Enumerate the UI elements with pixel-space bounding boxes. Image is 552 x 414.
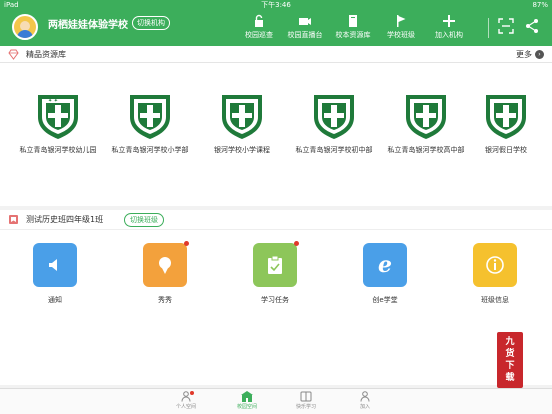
lock-icon: [255, 14, 263, 27]
battery-label: 87%: [532, 1, 548, 9]
resource-item[interactable]: 私立青岛银河学校初中部: [288, 93, 380, 155]
resource-name: 私立青岛银河学校小学部: [111, 146, 189, 154]
nav-label: 校园巡查: [245, 31, 273, 39]
clipboard-icon: [268, 255, 282, 274]
badge-dot: [294, 241, 299, 246]
app-show[interactable]: 秀秀: [135, 241, 195, 305]
school-name: 两栖娃娃体验学校: [48, 20, 128, 31]
app-label: 创e学堂: [372, 296, 398, 304]
tab-label: 快乐学习: [295, 404, 316, 410]
shield-logo-icon: ✦ ✦: [38, 95, 78, 139]
resource-item[interactable]: ✦ ✦ 私立青岛银河学校幼儿园: [12, 93, 104, 155]
app-tile: e: [363, 243, 407, 287]
book-icon: [349, 15, 357, 27]
status-bar: iPad 下午3:46 87%: [0, 0, 552, 10]
app-label: 学习任务: [261, 296, 289, 304]
switch-org-button[interactable]: 切换机构: [132, 16, 170, 30]
class-apps: 通知 秀秀 学习任务 e 创e学堂 班级信息: [0, 230, 552, 385]
tab-personal[interactable]: 个人空间: [166, 391, 206, 410]
app-notice[interactable]: 通知: [25, 243, 85, 305]
share-icon[interactable]: [524, 18, 540, 34]
nav-school-resources[interactable]: 校本资源库: [330, 14, 376, 40]
clock: 下午3:46: [261, 1, 291, 9]
tab-label: 个人空间: [175, 404, 196, 410]
person-add-icon: [360, 391, 370, 402]
class-title: 测试历史班四年级1班: [26, 215, 104, 224]
flag-icon: [397, 15, 406, 27]
speaker-icon: [49, 259, 57, 271]
resource-item[interactable]: 私立青岛银河学校小学部: [104, 93, 196, 155]
nav-school-classes[interactable]: 学校班级: [378, 14, 424, 40]
header-divider: [488, 18, 489, 38]
tab-campus[interactable]: 校园空间: [227, 391, 267, 410]
resource-list: ✦ ✦ 私立青岛银河学校幼儿园 私立青岛银河学校小学部 银河学校小学课程 私立青…: [0, 63, 552, 206]
nav-campus-patrol[interactable]: 校园巡查: [236, 14, 282, 40]
school-avatar[interactable]: [12, 14, 38, 40]
nav-label: 校本资源库: [335, 31, 371, 39]
info-icon: [486, 256, 504, 274]
app-label: 通知: [48, 296, 62, 304]
resources-header: 精品资源库 更多 ›: [0, 46, 552, 63]
shield-logo-icon: [406, 95, 446, 139]
tab-label: 校园空间: [236, 404, 257, 410]
resource-name: 私立青岛银河学校幼儿园: [19, 146, 97, 154]
scan-icon[interactable]: [498, 18, 514, 34]
bookmark-icon: [9, 215, 18, 224]
resources-title: 精品资源库: [26, 50, 66, 59]
resource-name: 银河假日学校: [485, 146, 527, 154]
shield-logo-icon: [314, 95, 354, 139]
tab-label: 加入: [359, 404, 370, 410]
plus-icon: [443, 15, 455, 27]
app-label: 班级信息: [481, 296, 509, 304]
app-class-info[interactable]: 班级信息: [465, 243, 525, 305]
badge-dot: [190, 391, 194, 395]
school-icon: [241, 391, 253, 402]
shield-logo-icon: [130, 95, 170, 139]
tab-happy-learning[interactable]: 快乐学习: [286, 391, 326, 410]
chevron-right-icon: ›: [535, 50, 544, 59]
app-tile: [253, 241, 299, 287]
nav-label: 加入机构: [435, 31, 463, 39]
more-label: 更多: [516, 50, 532, 59]
nav-label: 校园直播台: [287, 31, 323, 39]
badge-dot: [184, 241, 189, 246]
tab-bar: 个人空间 校园空间 快乐学习 加入: [0, 388, 552, 414]
class-header: 测试历史班四年级1班 切换班级: [0, 210, 552, 230]
app-tile: [143, 241, 189, 287]
app-e-classroom[interactable]: e 创e学堂: [355, 243, 415, 305]
camera-icon: [299, 18, 311, 25]
app-tile: [473, 243, 517, 287]
resource-item[interactable]: 私立青岛银河学校高中部: [380, 93, 472, 155]
e-icon: e: [378, 252, 392, 278]
resource-name: 银河学校小学课程: [214, 146, 270, 154]
resource-item[interactable]: 银河假日学校: [460, 93, 552, 155]
nav-join-org[interactable]: 加入机构: [426, 14, 472, 40]
shield-logo-icon: [486, 95, 526, 139]
resource-item[interactable]: 银河学校小学课程: [196, 93, 288, 155]
book-open-icon: [300, 391, 312, 402]
switch-class-button[interactable]: 切换班级: [124, 213, 164, 227]
shield-logo-icon: [222, 95, 262, 139]
ice-cream-icon: [159, 257, 171, 274]
resource-name: 私立青岛银河学校初中部: [295, 146, 373, 154]
more-button[interactable]: 更多 ›: [516, 49, 544, 60]
nav-campus-live[interactable]: 校园直播台: [282, 14, 328, 40]
tab-join[interactable]: 加入: [345, 391, 385, 410]
watermark-seal: 九货下载: [497, 332, 523, 388]
app-label: 秀秀: [158, 296, 172, 304]
nav-label: 学校班级: [387, 31, 415, 39]
svg-text:✦ ✦: ✦ ✦: [48, 98, 58, 104]
app-learning-task[interactable]: 学习任务: [245, 241, 305, 305]
app-tile: [33, 243, 77, 287]
resource-name: 私立青岛银河学校高中部: [387, 146, 465, 154]
diamond-icon: [8, 49, 19, 60]
app-header: 两栖娃娃体验学校 切换机构 校园巡查 校园直播台 校本资源库 学校班级 加入机构: [0, 10, 552, 46]
